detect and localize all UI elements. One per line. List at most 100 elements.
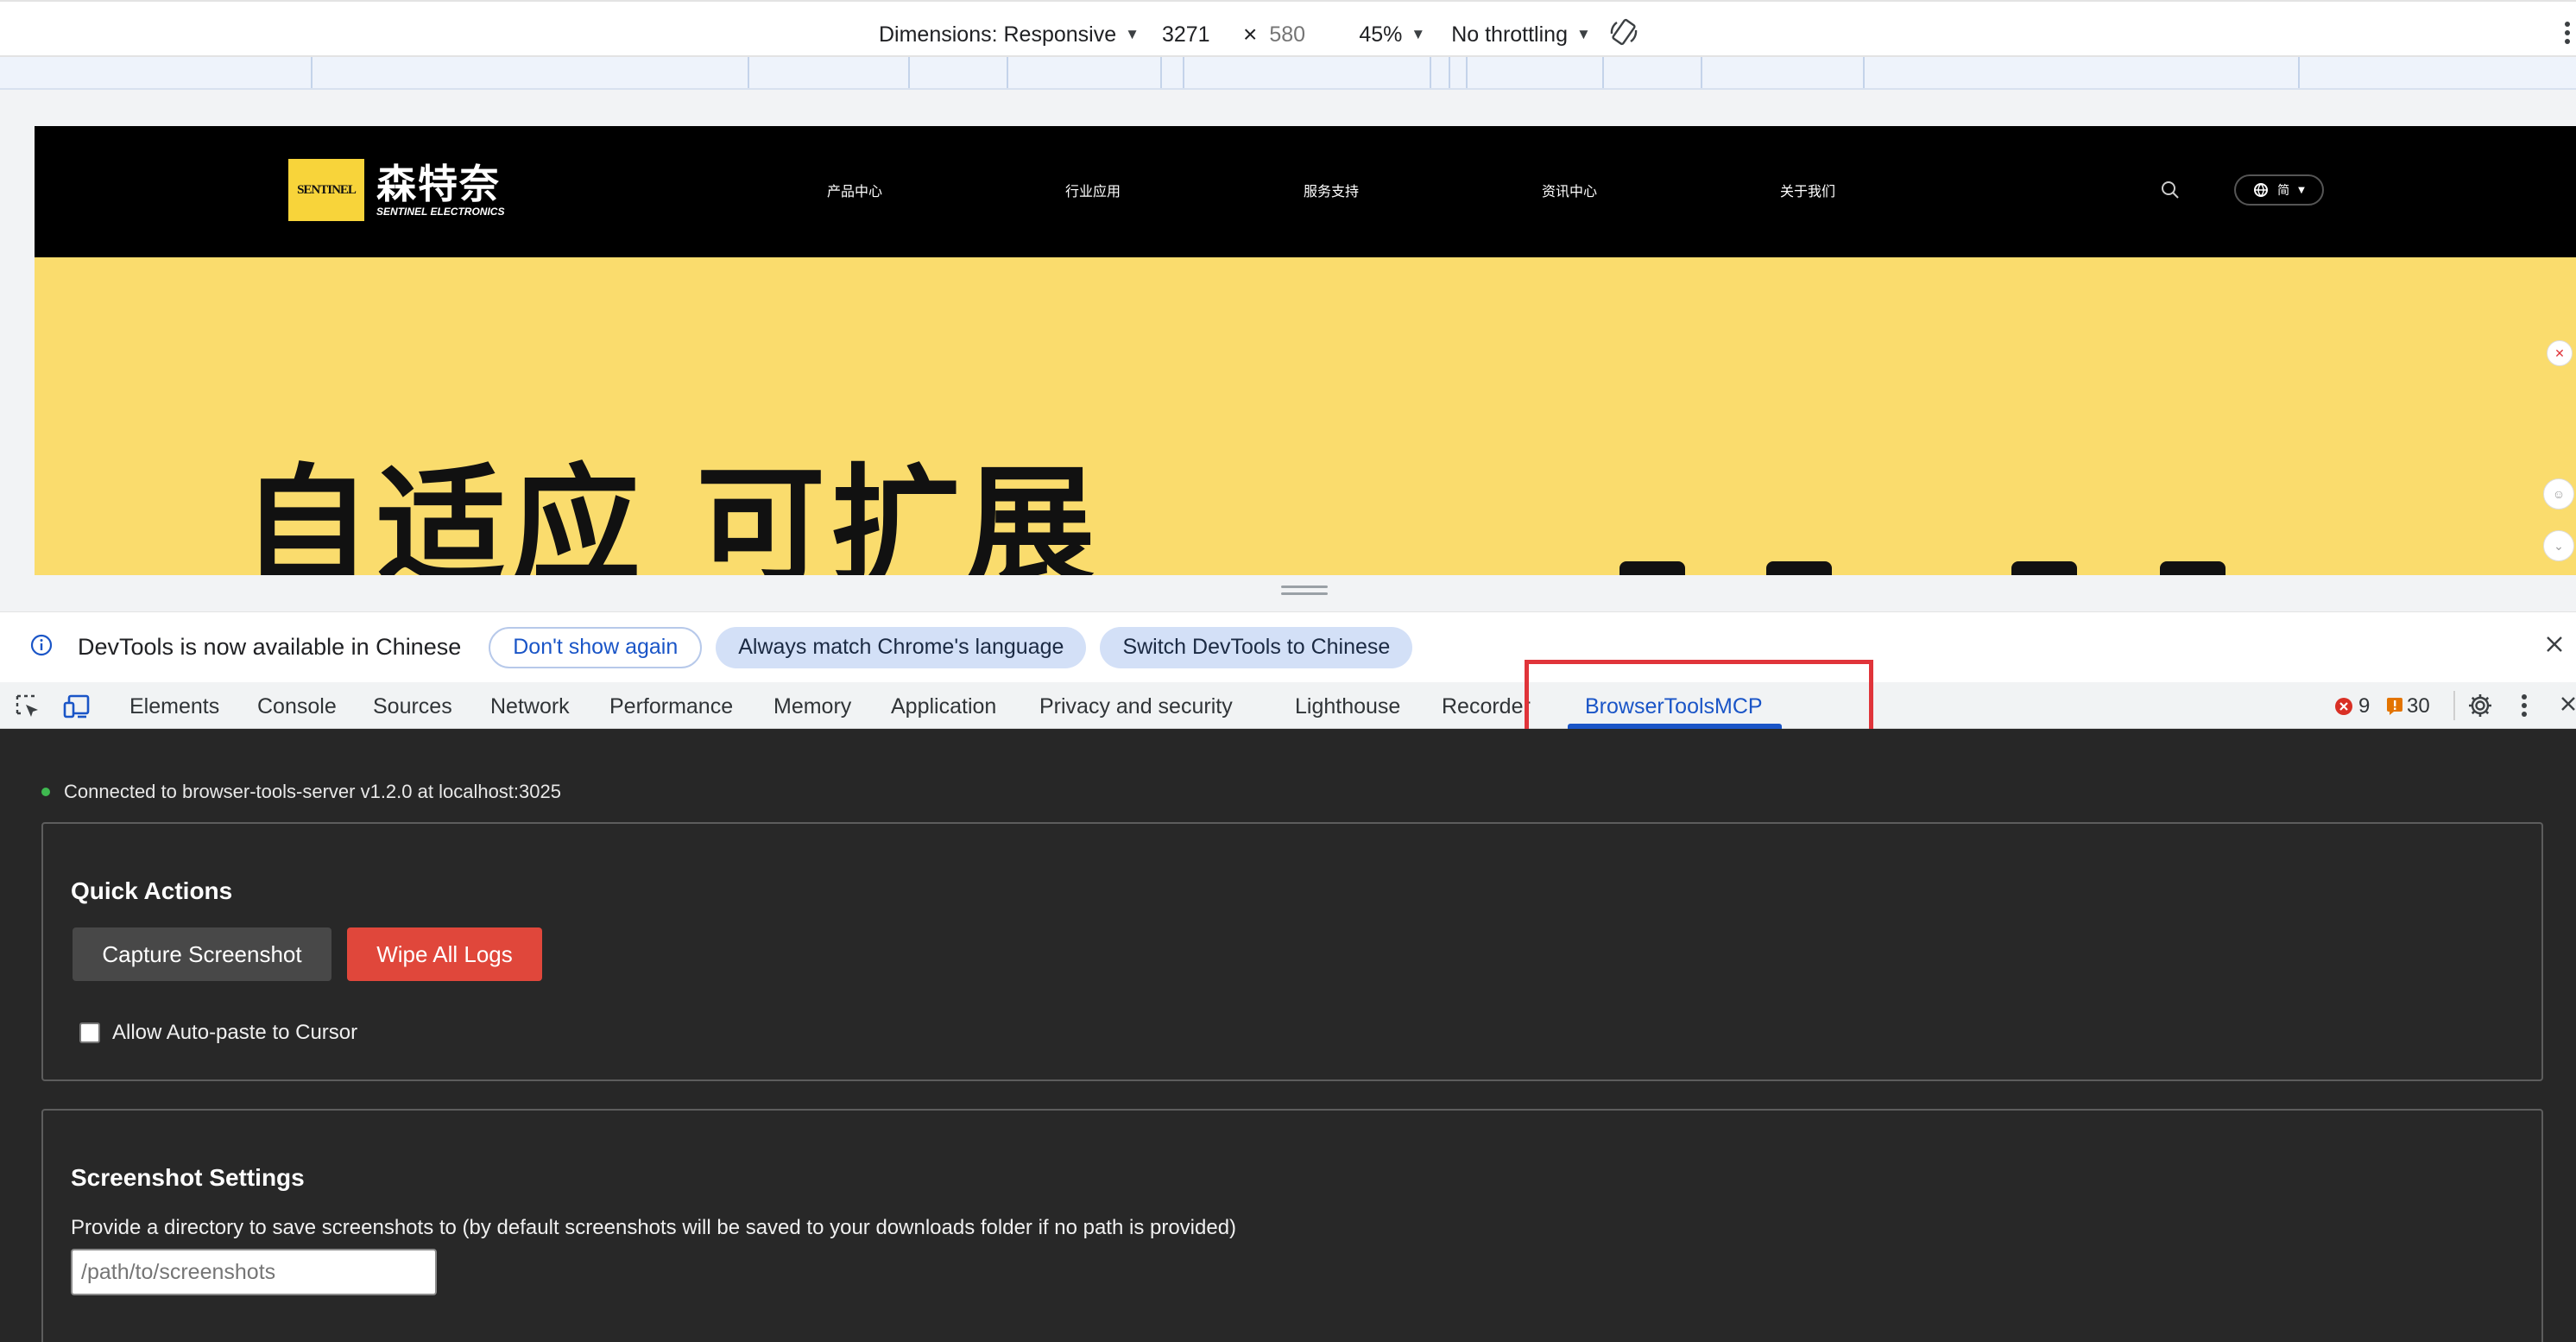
- ruler-tick: [1449, 57, 1450, 88]
- ruler-tick: [1183, 57, 1184, 88]
- always-match-language-button[interactable]: Always match Chrome's language: [716, 626, 1087, 668]
- tab-lighthouse[interactable]: Lighthouse: [1295, 694, 1400, 719]
- viewport-area: SENTINEL 森特奈 SENTINEL ELECTRONICS 产品中心 行…: [0, 90, 2576, 611]
- error-count-badge[interactable]: 9: [2334, 694, 2370, 718]
- quick-actions-card: Quick Actions Capture Screenshot Wipe Al…: [41, 822, 2543, 1081]
- ruler-tick: [1602, 57, 1604, 88]
- connection-status: Connected to browser-tools-server v1.2.0…: [41, 781, 561, 803]
- auto-paste-checkbox[interactable]: [79, 1022, 100, 1043]
- globe-icon: [2254, 183, 2269, 197]
- tab-elements[interactable]: Elements: [129, 694, 219, 719]
- zoom-value: 45%: [1359, 22, 1403, 47]
- wipe-all-logs-button[interactable]: Wipe All Logs: [347, 927, 542, 981]
- hero-graphic: [2011, 561, 2077, 575]
- capture-screenshot-button[interactable]: Capture Screenshot: [73, 927, 331, 981]
- language-label: 简: [2277, 184, 2290, 198]
- site-nav-industry[interactable]: 行业应用: [1065, 180, 1121, 200]
- warning-count-badge[interactable]: 30: [2386, 694, 2430, 718]
- tab-performance[interactable]: Performance: [609, 694, 733, 719]
- dimensions-select[interactable]: Dimensions: Responsive ▼: [879, 22, 1140, 47]
- status-dot-icon: [41, 788, 50, 796]
- ruler-tick: [748, 57, 749, 88]
- float-badge-icon[interactable]: ✕: [2547, 340, 2573, 366]
- caret-down-icon: ▼: [1575, 26, 1591, 42]
- tab-network[interactable]: Network: [490, 694, 570, 719]
- auto-paste-label: Allow Auto-paste to Cursor: [112, 1021, 358, 1044]
- media-query-ruler[interactable]: [0, 57, 2576, 90]
- ruler-tick: [311, 57, 313, 88]
- caret-down-icon: ▼: [1411, 26, 1426, 42]
- screenshot-path-input[interactable]: [71, 1249, 437, 1295]
- dimensions-label: Dimensions: Responsive: [879, 22, 1117, 47]
- caret-down-icon: ▼: [1125, 26, 1140, 42]
- dont-show-again-button[interactable]: Don't show again: [489, 626, 703, 668]
- site-nav-about[interactable]: 关于我们: [1780, 180, 1835, 200]
- logo-english-name: SENTINEL ELECTRONICS: [376, 206, 505, 218]
- width-input[interactable]: [1154, 19, 1241, 50]
- tab-console[interactable]: Console: [257, 694, 337, 719]
- website-preview[interactable]: SENTINEL 森特奈 SENTINEL ELECTRONICS 产品中心 行…: [35, 126, 2576, 575]
- screenshot-path-description: Provide a directory to save screenshots …: [71, 1216, 1237, 1239]
- screenshot-settings-card: Screenshot Settings Provide a directory …: [41, 1109, 2543, 1342]
- throttling-select[interactable]: No throttling ▼: [1451, 22, 1591, 47]
- devtools-tab-bar: Elements Console Sources Network Perform…: [0, 682, 2576, 729]
- auto-paste-option[interactable]: Allow Auto-paste to Cursor: [79, 1021, 357, 1045]
- hero-title: 自适应 可扩展: [242, 453, 1101, 575]
- language-infobar: DevTools is now available in Chinese Don…: [0, 611, 2576, 682]
- zoom-select[interactable]: 45% ▼: [1359, 22, 1425, 47]
- site-header: SENTINEL 森特奈 SENTINEL ELECTRONICS 产品中心 行…: [35, 126, 2576, 257]
- more-options-icon[interactable]: [2521, 693, 2528, 723]
- close-icon[interactable]: [2543, 633, 2566, 660]
- rotate-icon[interactable]: [1608, 16, 1639, 54]
- ruler-tick: [908, 57, 910, 88]
- ruler-tick: [1160, 57, 1162, 88]
- resize-handle[interactable]: [1281, 586, 1328, 596]
- device-toolbar: Dimensions: Responsive ▼ × 45% ▼ No thro…: [0, 0, 2576, 57]
- throttling-value: No throttling: [1451, 22, 1568, 47]
- error-icon: [2335, 698, 2352, 715]
- site-nav-news[interactable]: 资讯中心: [1542, 180, 1597, 200]
- float-scroll-top-icon[interactable]: ⌄: [2543, 530, 2574, 561]
- site-logo[interactable]: SENTINEL 森特奈 SENTINEL ELECTRONICS: [288, 159, 504, 221]
- site-nav-products[interactable]: 产品中心: [827, 180, 882, 200]
- browsertoolsmcp-panel: Connected to browser-tools-server v1.2.0…: [0, 729, 2576, 1342]
- toolbar-divider: [2453, 691, 2455, 720]
- info-icon: [29, 633, 54, 662]
- ruler-tick: [1430, 57, 1431, 88]
- tab-sources[interactable]: Sources: [373, 694, 452, 719]
- device-toolbar-controls: Dimensions: Responsive ▼ × 45% ▼ No thro…: [879, 17, 1639, 52]
- inspect-element-icon[interactable]: [14, 693, 41, 725]
- logo-text: 森特奈 SENTINEL ELECTRONICS: [376, 162, 504, 218]
- ruler-tick: [1466, 57, 1468, 88]
- search-icon[interactable]: [2160, 180, 2181, 205]
- infobar-message: DevTools is now available in Chinese: [78, 634, 462, 660]
- connection-text: Connected to browser-tools-server v1.2.0…: [64, 781, 561, 802]
- ruler-tick: [1863, 57, 1865, 88]
- float-chat-icon[interactable]: ☺: [2543, 478, 2574, 510]
- hero-graphic: [1766, 561, 1832, 575]
- ruler-tick: [1701, 57, 1702, 88]
- warning-icon: [2387, 698, 2402, 715]
- tab-application[interactable]: Application: [891, 694, 996, 719]
- hero-graphic: [2160, 561, 2226, 575]
- ruler-tick: [1007, 57, 1008, 88]
- screenshot-settings-title: Screenshot Settings: [71, 1164, 305, 1191]
- site-nav-support[interactable]: 服务支持: [1304, 180, 1359, 200]
- device-mode-icon[interactable]: [62, 693, 92, 725]
- hero-graphic: [1619, 561, 1685, 575]
- language-selector[interactable]: 简 ▼: [2234, 174, 2324, 206]
- tab-privacy-security[interactable]: Privacy and security: [1039, 694, 1233, 719]
- gear-icon[interactable]: [2467, 693, 2493, 723]
- tab-recorder[interactable]: Recorder: [1442, 694, 1531, 719]
- switch-to-chinese-button[interactable]: Switch DevTools to Chinese: [1100, 626, 1413, 668]
- logo-chinese-name: 森特奈: [376, 161, 501, 207]
- close-devtools-icon[interactable]: [2559, 694, 2576, 721]
- times-icon: ×: [1242, 21, 1258, 47]
- more-options-icon[interactable]: [2564, 21, 2571, 49]
- quick-actions-title: Quick Actions: [71, 877, 233, 904]
- warning-count: 30: [2407, 694, 2430, 718]
- caret-down-icon: ▼: [2298, 185, 2305, 195]
- tab-memory[interactable]: Memory: [773, 694, 851, 719]
- height-input[interactable]: [1262, 19, 1349, 50]
- ruler-tick: [2298, 57, 2300, 88]
